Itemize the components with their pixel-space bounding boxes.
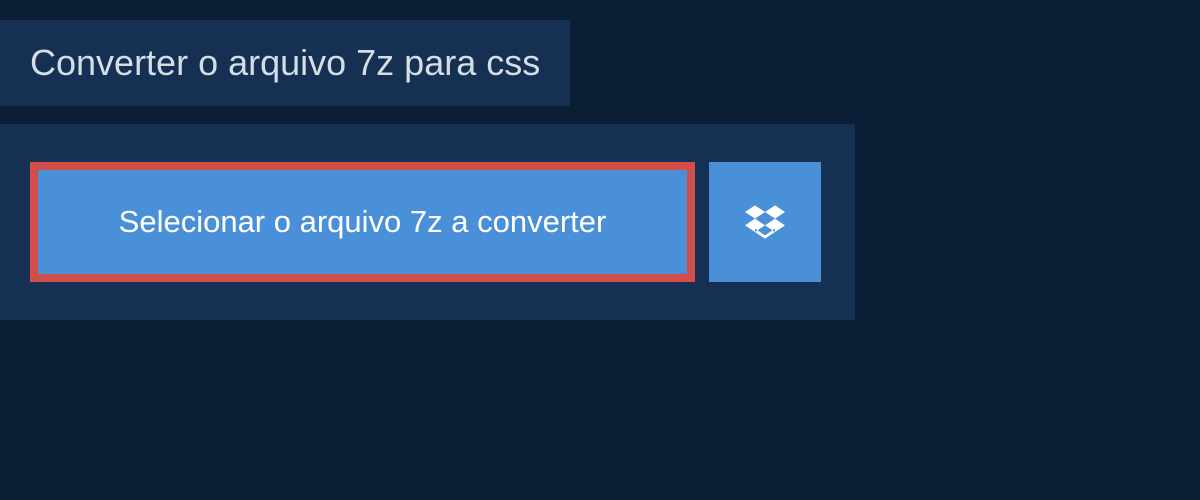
select-file-label: Selecionar o arquivo 7z a converter	[119, 204, 607, 240]
header-tab: Converter o arquivo 7z para css	[0, 20, 570, 106]
select-file-button[interactable]: Selecionar o arquivo 7z a converter	[30, 162, 695, 282]
dropbox-icon	[745, 202, 785, 242]
upload-panel: Selecionar o arquivo 7z a converter	[0, 124, 855, 320]
dropbox-button[interactable]	[709, 162, 821, 282]
page-title: Converter o arquivo 7z para css	[30, 42, 540, 84]
